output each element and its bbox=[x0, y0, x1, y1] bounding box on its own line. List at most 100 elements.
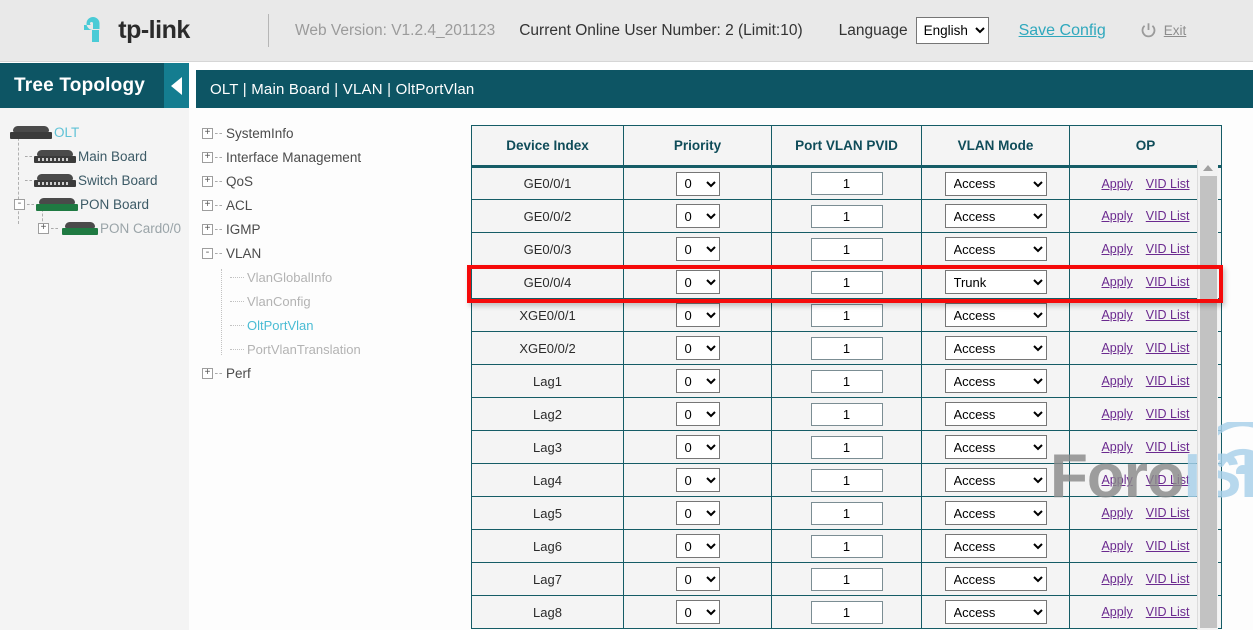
priority-select[interactable]: 01234567 bbox=[676, 237, 720, 261]
vlan-mode-select[interactable]: AccessTrunkHybrid bbox=[945, 534, 1047, 558]
priority-select[interactable]: 01234567 bbox=[676, 567, 720, 591]
tree-collapse-toggle[interactable]: - bbox=[202, 248, 213, 259]
pvid-input[interactable] bbox=[811, 403, 883, 426]
vlan-mode-select[interactable]: AccessTrunkHybrid bbox=[945, 402, 1047, 426]
vlan-mode-select[interactable]: AccessTrunkHybrid bbox=[945, 204, 1047, 228]
vid-list-link[interactable]: VID List bbox=[1146, 572, 1190, 586]
vlan-mode-select[interactable]: AccessTrunkHybrid bbox=[945, 369, 1047, 393]
vlan-mode-select[interactable]: AccessTrunkHybrid bbox=[945, 600, 1047, 624]
pvid-input[interactable] bbox=[811, 370, 883, 393]
vlan-mode-select[interactable]: AccessTrunkHybrid bbox=[945, 468, 1047, 492]
vlan-mode-select[interactable]: AccessTrunkHybrid bbox=[945, 303, 1047, 327]
pvid-input[interactable] bbox=[811, 271, 883, 294]
pvid-input[interactable] bbox=[811, 337, 883, 360]
vid-list-link[interactable]: VID List bbox=[1146, 440, 1190, 454]
menu-subitem-portvlantranslation[interactable]: PortVlanTranslation bbox=[189, 337, 460, 361]
chevron-left-icon[interactable] bbox=[164, 63, 189, 108]
scroll-up-arrow-icon[interactable] bbox=[1203, 165, 1213, 171]
menu-item-qos[interactable]: + QoS bbox=[189, 169, 460, 193]
priority-select[interactable]: 01234567 bbox=[676, 435, 720, 459]
priority-select[interactable]: 01234567 bbox=[676, 270, 720, 294]
vlan-mode-select[interactable]: AccessTrunkHybrid bbox=[945, 501, 1047, 525]
tree-expand-toggle[interactable]: + bbox=[202, 176, 213, 187]
tree-node-switch-board[interactable]: Switch Board bbox=[6, 168, 189, 192]
pvid-input[interactable] bbox=[811, 436, 883, 459]
language-select[interactable]: English bbox=[916, 17, 989, 44]
priority-select[interactable]: 01234567 bbox=[676, 468, 720, 492]
priority-select[interactable]: 01234567 bbox=[676, 204, 720, 228]
table-scrollbar[interactable] bbox=[1197, 160, 1218, 630]
vid-list-link[interactable]: VID List bbox=[1146, 374, 1190, 388]
vid-list-link[interactable]: VID List bbox=[1146, 506, 1190, 520]
vid-list-link[interactable]: VID List bbox=[1146, 473, 1190, 487]
apply-link[interactable]: Apply bbox=[1101, 177, 1132, 191]
tree-expand-toggle[interactable]: + bbox=[202, 200, 213, 211]
priority-select[interactable]: 01234567 bbox=[676, 336, 720, 360]
vid-list-link[interactable]: VID List bbox=[1146, 539, 1190, 553]
vid-list-link[interactable]: VID List bbox=[1146, 605, 1190, 619]
pvid-input[interactable] bbox=[811, 535, 883, 558]
priority-select[interactable]: 01234567 bbox=[676, 501, 720, 525]
apply-link[interactable]: Apply bbox=[1101, 473, 1132, 487]
priority-select[interactable]: 01234567 bbox=[676, 369, 720, 393]
menu-item-igmp[interactable]: + IGMP bbox=[189, 217, 460, 241]
tree-node-olt[interactable]: OLT bbox=[6, 120, 189, 144]
vlan-mode-select[interactable]: AccessTrunkHybrid bbox=[945, 435, 1047, 459]
pvid-input[interactable] bbox=[811, 205, 883, 228]
save-config-link[interactable]: Save Config bbox=[1019, 22, 1106, 40]
tree-expand-toggle[interactable]: + bbox=[202, 368, 213, 379]
scrollbar-thumb[interactable] bbox=[1200, 176, 1217, 628]
vid-list-link[interactable]: VID List bbox=[1146, 341, 1190, 355]
pvid-input[interactable] bbox=[811, 502, 883, 525]
vid-list-link[interactable]: VID List bbox=[1146, 275, 1190, 289]
priority-select[interactable]: 01234567 bbox=[676, 402, 720, 426]
pvid-input[interactable] bbox=[811, 172, 883, 195]
apply-link[interactable]: Apply bbox=[1101, 539, 1132, 553]
priority-select[interactable]: 01234567 bbox=[676, 172, 720, 196]
apply-link[interactable]: Apply bbox=[1101, 341, 1132, 355]
vlan-mode-select[interactable]: AccessTrunkHybrid bbox=[945, 336, 1047, 360]
tree-node-pon-board[interactable]: - PON Board bbox=[6, 192, 189, 216]
vid-list-link[interactable]: VID List bbox=[1146, 242, 1190, 256]
vlan-mode-select[interactable]: AccessTrunkHybrid bbox=[945, 270, 1047, 294]
pvid-input[interactable] bbox=[811, 469, 883, 492]
tree-node-main-board[interactable]: Main Board bbox=[6, 144, 189, 168]
priority-select[interactable]: 01234567 bbox=[676, 303, 720, 327]
pvid-input[interactable] bbox=[811, 304, 883, 327]
tree-expand-toggle[interactable]: + bbox=[202, 128, 213, 139]
vid-list-link[interactable]: VID List bbox=[1146, 177, 1190, 191]
apply-link[interactable]: Apply bbox=[1101, 506, 1132, 520]
tree-expand-toggle[interactable]: + bbox=[202, 224, 213, 235]
apply-link[interactable]: Apply bbox=[1101, 440, 1132, 454]
vlan-mode-select[interactable]: AccessTrunkHybrid bbox=[945, 172, 1047, 196]
apply-link[interactable]: Apply bbox=[1101, 572, 1132, 586]
menu-subitem-vlanglobalinfo[interactable]: VlanGlobalInfo bbox=[189, 265, 460, 289]
menu-subitem-vlanconfig[interactable]: VlanConfig bbox=[189, 289, 460, 313]
pvid-input[interactable] bbox=[811, 568, 883, 591]
vlan-mode-select[interactable]: AccessTrunkHybrid bbox=[945, 237, 1047, 261]
pvid-input[interactable] bbox=[811, 238, 883, 261]
apply-link[interactable]: Apply bbox=[1101, 242, 1132, 256]
apply-link[interactable]: Apply bbox=[1101, 605, 1132, 619]
menu-item-perf[interactable]: + Perf bbox=[189, 361, 460, 385]
menu-item-interface-management[interactable]: + Interface Management bbox=[189, 145, 460, 169]
pvid-input[interactable] bbox=[811, 601, 883, 624]
vid-list-link[interactable]: VID List bbox=[1146, 407, 1190, 421]
tree-collapse-toggle[interactable]: - bbox=[14, 199, 25, 210]
tree-node-pon-card[interactable]: + PON Card0/0 bbox=[6, 216, 189, 240]
apply-link[interactable]: Apply bbox=[1101, 308, 1132, 322]
menu-item-vlan[interactable]: - VLAN bbox=[189, 241, 460, 265]
tree-expand-toggle[interactable]: + bbox=[202, 152, 213, 163]
menu-item-acl[interactable]: + ACL bbox=[189, 193, 460, 217]
menu-subitem-oltportvlan[interactable]: OltPortVlan bbox=[189, 313, 460, 337]
apply-link[interactable]: Apply bbox=[1101, 407, 1132, 421]
tree-expand-toggle[interactable]: + bbox=[38, 223, 49, 234]
apply-link[interactable]: Apply bbox=[1101, 374, 1132, 388]
apply-link[interactable]: Apply bbox=[1101, 275, 1132, 289]
priority-select[interactable]: 01234567 bbox=[676, 600, 720, 624]
apply-link[interactable]: Apply bbox=[1101, 209, 1132, 223]
vlan-mode-select[interactable]: AccessTrunkHybrid bbox=[945, 567, 1047, 591]
priority-select[interactable]: 01234567 bbox=[676, 534, 720, 558]
vid-list-link[interactable]: VID List bbox=[1146, 308, 1190, 322]
vid-list-link[interactable]: VID List bbox=[1146, 209, 1190, 223]
